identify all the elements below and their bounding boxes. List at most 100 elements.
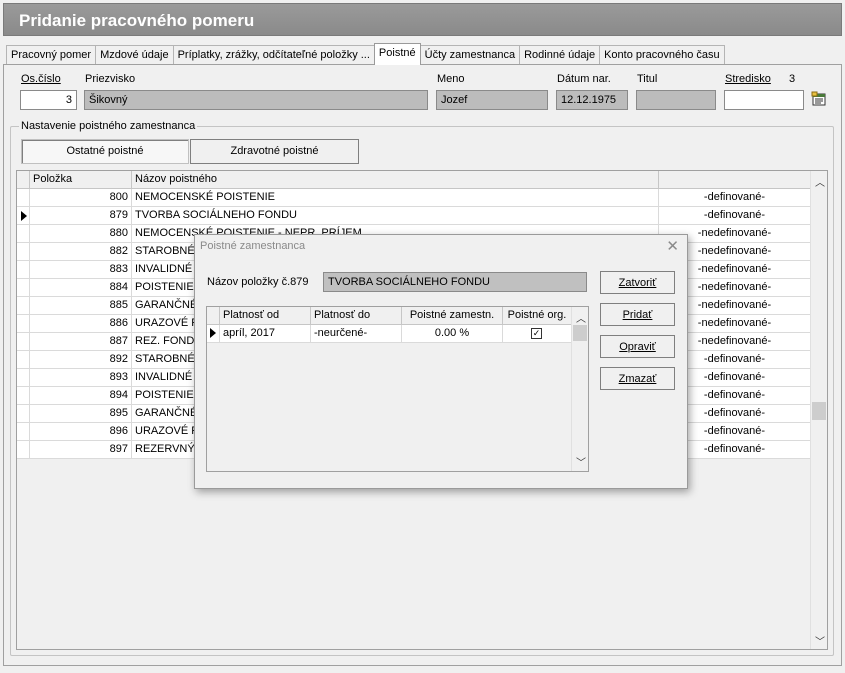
item-label: Názov položky č.879 [207,276,309,288]
row-name: TVORBA SOCIÁLNEHO FONDU [132,207,659,225]
stredisko-label: Stredisko [725,73,771,85]
validity-from: apríl, 2017 [220,325,311,343]
titul-field[interactable] [636,90,716,110]
insurance-settings-title: Nastavenie poistného zamestnanca [19,120,198,132]
tab-ucty-zamestnanca[interactable]: Účty zamestnanca [419,45,521,65]
validity-row-indicator-header [207,307,220,325]
row-indicator [17,261,30,279]
row-code: 887 [30,333,132,351]
validity-org-cell: ✓ [503,325,571,343]
oscislo-field[interactable]: 3 [20,90,77,110]
row-code: 886 [30,315,132,333]
row-status: -definované- [703,191,766,203]
row-indicator [17,423,30,441]
tab-konto-pracovneho-casu[interactable]: Konto pracovného času [599,45,725,65]
row-status: -definované- [703,209,766,221]
row-code: 895 [30,405,132,423]
pridat-button[interactable]: Pridať [600,303,675,326]
datum-label: Dátum nar. [557,73,611,85]
meno-label: Meno [437,73,465,85]
stredisko-picker-icon[interactable] [811,91,827,107]
validity-to: -neurčené- [311,325,402,343]
col-nazov-poistneho[interactable]: Názov poistného [132,171,659,189]
row-indicator [17,297,30,315]
row-indicator [17,279,30,297]
tab-rodinne-udaje[interactable]: Rodinné údaje [519,45,601,65]
meno-field[interactable]: Jozef [436,90,548,110]
grid-header: Položka Názov poistného [17,171,810,189]
tab-mzdove-udaje[interactable]: Mzdové údaje [95,45,174,65]
validity-scroll-up-icon[interactable]: ︿ [576,310,586,325]
zmazat-label: Zmazať [618,373,657,385]
titul-label: Titul [637,73,658,85]
row-indicator [17,351,30,369]
row-code: 879 [30,207,132,225]
close-icon[interactable]: ✕ [666,237,679,255]
priezvisko-field[interactable]: Šikovný [84,90,428,110]
datum-field[interactable]: 12.12.1975 [556,90,628,110]
grid-scrollbar[interactable]: ︿ ﹀ [810,171,827,649]
row-indicator [17,243,30,261]
row-indicator [17,333,30,351]
scroll-thumb[interactable] [812,402,826,420]
validity-row[interactable]: apríl, 2017 -neurčené- 0.00 % ✓ [207,325,571,343]
scroll-down-icon[interactable]: ﹀ [815,633,825,648]
col-status[interactable] [659,171,810,189]
tab-poistne[interactable]: Poistné [373,43,421,65]
validity-scroll-thumb[interactable] [573,325,587,341]
row-code: 897 [30,441,132,459]
row-indicator [17,405,30,423]
row-indicator [17,189,30,207]
tab-pracovny-pomer[interactable]: Pracovný pomer [6,45,97,65]
item-name-field[interactable]: TVORBA SOCIÁLNEHO FONDU [323,272,587,292]
validity-grid-header: Platnosť od Platnosť do Poistné zamestn.… [207,307,571,325]
row-name: NEMOCENSKÉ POISTENIE [132,189,659,207]
opravit-label: Opraviť [619,341,656,353]
oscislo-label: Os.číslo [21,73,61,85]
validity-scroll-down-icon[interactable]: ﹀ [576,454,586,469]
col-polozka[interactable]: Položka [30,171,132,189]
row-indicator [17,369,30,387]
col-platnost-do[interactable]: Platnosť do [311,307,402,325]
tab-priplatky[interactable]: Príplatky, zrážky, odčítateľné položky .… [172,45,375,65]
opravit-button[interactable]: Opraviť [600,335,675,358]
poistne-zamestnanca-dialog: Poistné zamestnanca ✕ Názov položky č.87… [194,234,688,489]
table-row[interactable]: 800 NEMOCENSKÉ POISTENIE -definované- [17,189,810,207]
col-poistne-zamestn[interactable]: Poistné zamestn. [402,307,503,325]
col-poistne-org[interactable]: Poistné org. [503,307,571,325]
ostatne-poistne-button[interactable]: Ostatné poistné [21,139,189,164]
row-code: 800 [30,189,132,207]
table-row[interactable]: 879 TVORBA SOCIÁLNEHO FONDU -definované- [17,207,810,225]
zmazat-button[interactable]: Zmazať [600,367,675,390]
row-code: 883 [30,261,132,279]
poistne-org-checkbox[interactable]: ✓ [531,328,542,339]
row-pointer-icon [207,325,220,343]
row-indicator [17,225,30,243]
row-indicator-header [17,171,30,189]
validity-rate: 0.00 % [402,325,503,343]
window-header: Pridanie pracovného pomeru [3,3,842,36]
row-code: 893 [30,369,132,387]
priezvisko-label: Priezvisko [85,73,136,85]
pridat-label: Pridať [622,309,653,321]
col-platnost-od[interactable]: Platnosť od [220,307,311,325]
zdravotne-poistne-button[interactable]: Zdravotné poistné [190,139,359,164]
row-indicator [17,315,30,333]
validity-grid: Platnosť od Platnosť do Poistné zamestn.… [206,306,589,472]
row-code: 880 [30,225,132,243]
row-code: 894 [30,387,132,405]
validity-scrollbar[interactable]: ︿ ﹀ [571,307,588,471]
row-code: 884 [30,279,132,297]
row-indicator [17,441,30,459]
dialog-title: Poistné zamestnanca [200,240,306,252]
row-code: 885 [30,297,132,315]
zatvorit-button[interactable]: Zatvoriť [600,271,675,294]
zatvorit-label: Zatvoriť [618,277,657,289]
row-code: 882 [30,243,132,261]
row-code: 892 [30,351,132,369]
stredisko-field[interactable] [724,90,804,110]
row-code: 896 [30,423,132,441]
window-title: Pridanie pracovného pomeru [19,11,255,30]
scroll-up-icon[interactable]: ︿ [815,174,825,189]
stredisko-number: 3 [789,73,796,85]
